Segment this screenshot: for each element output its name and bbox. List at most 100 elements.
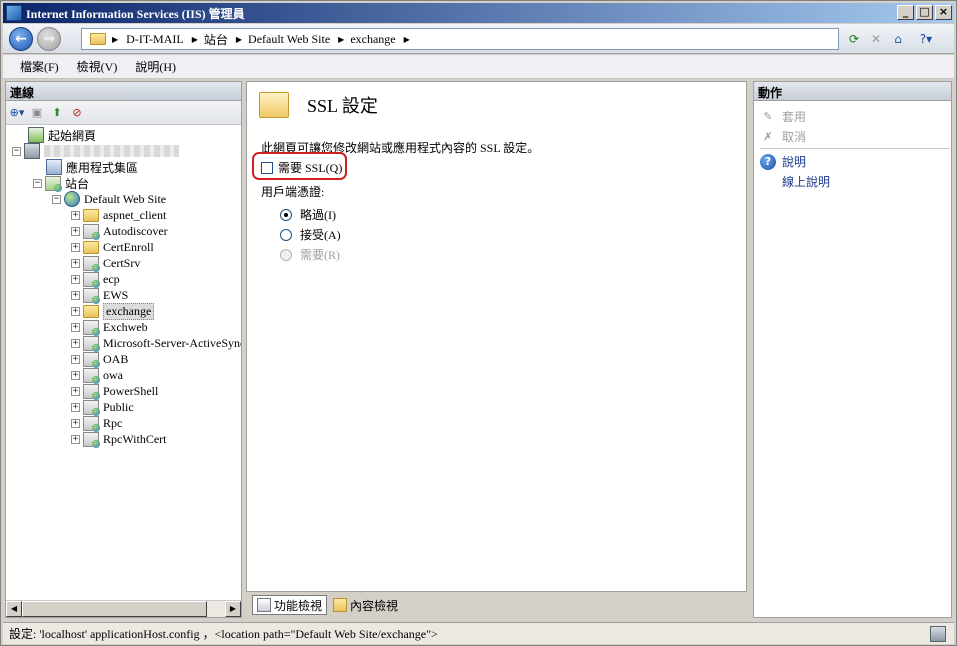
expand-icon[interactable]: + [71,386,80,396]
expand-icon[interactable]: + [71,274,80,284]
tree-node-certsrv[interactable]: + CertSrv [71,255,140,272]
menu-file[interactable]: 檔案(F) [11,56,68,77]
application-icon [83,335,100,352]
breadcrumb-item[interactable]: Default Web Site ▶ [248,32,344,47]
menu-help[interactable]: 說明(H) [126,56,185,77]
minimize-button[interactable]: _ [897,5,914,20]
application-icon [83,399,100,416]
breadcrumb-item[interactable]: exchange ▶ [350,32,409,47]
breadcrumb-item[interactable]: 站台 ▶ [204,31,242,48]
tree-node-sites[interactable]: − 站台 [33,175,89,192]
tree-node-public[interactable]: + Public [71,399,134,416]
expand-icon[interactable]: + [71,418,80,428]
expand-icon[interactable]: + [71,322,80,332]
tab-content-view[interactable]: 內容檢視 [329,595,402,615]
application-icon [83,319,100,336]
sites-icon [45,175,62,192]
expand-icon[interactable]: + [71,370,80,380]
tree-node-autodiscover[interactable]: + Autodiscover [71,223,168,240]
start-page-icon [28,127,44,143]
help-dropdown-icon[interactable]: ?▾ [917,30,935,48]
stop-icon[interactable]: ✕ [867,30,885,48]
expand-icon[interactable]: + [71,242,80,252]
address-bar[interactable]: ▶ D-IT-MAIL ▶ 站台 ▶ Default Web Site ▶ excha… [81,28,839,50]
breadcrumb-arrow-icon[interactable]: ▶ [338,35,344,44]
tree-node-rpc[interactable]: + Rpc [71,415,122,432]
connections-tree: 起始網頁 − 應用程式集區 − 站台 − Default Web Site + … [6,126,241,599]
home-icon[interactable]: ⌂ [889,30,907,48]
tree-node-start-page[interactable]: 起始網頁 [28,127,96,143]
tree-node-exchweb[interactable]: + Exchweb [71,319,148,336]
expand-icon[interactable]: + [71,210,80,220]
back-button[interactable]: ← [9,27,33,51]
application-icon [83,255,100,272]
tree-node-activesync[interactable]: + Microsoft-Server-ActiveSync [71,335,241,352]
close-button[interactable]: × [935,5,952,20]
iis-manager-window: Internet Information Services (IIS) 管理員 … [0,0,957,646]
collapse-icon[interactable]: − [33,178,42,188]
radio-require: 需要(R) [280,246,340,263]
scroll-left-icon[interactable]: ◀ [6,601,22,617]
menu-view[interactable]: 檢視(V) [68,56,127,77]
view-tabs: 功能檢視 內容檢視 [252,595,402,615]
expand-icon[interactable]: + [71,226,80,236]
tree-node-default-web-site[interactable]: − Default Web Site [52,191,166,207]
radio-ignore[interactable]: 略過(I) [280,206,336,223]
expand-icon[interactable]: + [71,434,80,444]
tree-node-ews[interactable]: + EWS [71,287,128,304]
application-icon [83,351,100,368]
cancel-action[interactable]: ✗ 取消 [760,128,806,145]
breadcrumb-arrow-icon[interactable]: ▶ [112,35,118,44]
expand-icon[interactable]: + [71,354,80,364]
horizontal-scrollbar[interactable]: ◀ ▶ [6,600,241,617]
tree-node-owa[interactable]: + owa [71,367,123,384]
scroll-thumb[interactable] [22,601,207,617]
tree-node-oab[interactable]: + OAB [71,351,128,368]
help-action[interactable]: ? 說明 [760,153,806,170]
expand-icon[interactable]: + [71,338,80,348]
expand-icon[interactable]: + [71,258,80,268]
collapse-icon[interactable]: − [52,194,61,204]
folder-icon [83,240,99,254]
scroll-right-icon[interactable]: ▶ [225,601,241,617]
tree-node-app-pools[interactable]: 應用程式集區 [46,159,138,175]
expand-icon[interactable]: + [71,306,80,316]
checkbox-box[interactable] [261,161,273,174]
tree-node-server[interactable]: − [12,143,179,159]
disconnect-icon[interactable]: ⊘ [69,105,85,121]
breadcrumb-arrow-icon[interactable]: ▶ [404,35,410,44]
radio-button[interactable] [280,228,292,241]
connect-icon[interactable]: ⊕▾ [9,105,25,121]
radio-button[interactable] [280,208,292,221]
require-ssl-checkbox[interactable]: 需要 SSL(Q) [261,159,342,176]
application-icon [83,287,100,304]
application-icon [83,223,100,240]
forward-button[interactable]: → [37,27,61,51]
tree-node-aspnet-client[interactable]: + aspnet_client [71,207,166,223]
save-icon[interactable]: ▣ [29,105,45,121]
window-title: Internet Information Services (IIS) 管理員 [26,6,245,21]
expand-icon[interactable]: + [71,402,80,412]
server-icon [24,143,40,159]
refresh-icon[interactable]: ⟳ [845,30,863,48]
up-level-icon[interactable]: ⬆ [49,105,65,121]
tree-node-powershell[interactable]: + PowerShell [71,383,158,400]
online-help-action[interactable]: 線上說明 [782,173,830,190]
content-view-icon [333,598,348,612]
breadcrumb-arrow-icon[interactable]: ▶ [192,35,198,44]
globe-icon [64,191,80,207]
breadcrumb-arrow-icon[interactable]: ▶ [236,35,242,44]
tree-node-certenroll[interactable]: + CertEnroll [71,239,154,255]
application-icon [83,383,100,400]
expand-icon[interactable]: + [71,290,80,300]
tree-node-exchange[interactable]: + exchange [71,302,155,320]
menu-bar: 檔案(F) 檢視(V) 說明(H) [3,55,954,79]
breadcrumb-item[interactable]: D-IT-MAIL ▶ [126,32,198,47]
tab-features-view[interactable]: 功能檢視 [252,595,328,615]
radio-accept[interactable]: 接受(A) [280,226,341,243]
collapse-icon[interactable]: − [12,146,21,156]
tree-node-rpcwithcert[interactable]: + RpcWithCert [71,431,167,448]
maximize-button[interactable]: □ [916,5,933,20]
tree-node-ecp[interactable]: + ecp [71,271,120,288]
apply-action[interactable]: ✎ 套用 [760,108,806,125]
